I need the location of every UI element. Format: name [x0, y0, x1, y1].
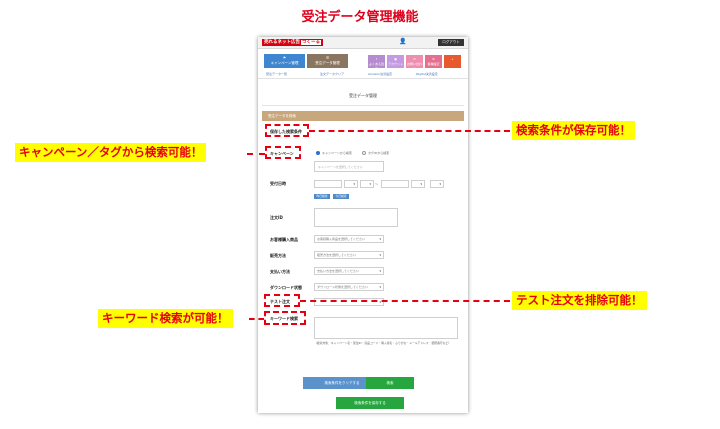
section-header: 受注データを検索 [262, 111, 464, 121]
keyword-note: （検索対象：キャンペーン名・受注ID・商品コード・購入者名・ふりがな・メールアド… [314, 341, 452, 345]
search-today-button[interactable]: 今日検索 [333, 194, 349, 199]
product-label: お客様購入商品 [270, 237, 298, 242]
campaign-input-placeholder: キャンペーンを選択してください [318, 165, 363, 169]
page-heading: 受注データ管理機能 [301, 10, 419, 25]
radio-tag[interactable] [362, 151, 366, 155]
radio-campaign-label: キャンペーンから検索 [322, 151, 352, 155]
date-label: 受付日時 [270, 181, 286, 186]
keyword-textarea[interactable] [314, 317, 458, 339]
subnav-paypal[interactable]: PayPal決済設定 [416, 72, 438, 76]
download-status-select[interactable]: ダウンロード状態を選択してください [314, 283, 384, 291]
highlight-campaign [265, 146, 301, 159]
date-from-hour-select[interactable] [344, 180, 358, 188]
highlight-keyword [264, 311, 306, 325]
date-to-minute-select[interactable] [430, 180, 444, 188]
date-to-input[interactable] [381, 180, 409, 188]
plus-icon: + [451, 57, 454, 61]
settings-label: 各種設定 [427, 62, 440, 66]
download-status-label: ダウンロード状態 [270, 285, 302, 290]
sales-method-select[interactable]: 販売方法を選択してください [314, 251, 384, 259]
connector-keyword [249, 318, 264, 320]
callout-save-conditions: 検索条件が保存可能！ [512, 121, 635, 140]
connector-test-order [300, 300, 510, 302]
account-label: アカウント [387, 62, 403, 66]
page-title: 受注データ管理 [349, 93, 377, 98]
settings-button[interactable]: ⚙ 各種設定 [425, 55, 442, 68]
date-from-input[interactable] [314, 180, 342, 188]
page-title-box: 受注データ管理 [262, 85, 464, 106]
logout-button[interactable]: ログアウト [438, 39, 464, 46]
callout-campaign-tag: キャンペーン／タグから検索可能！ [15, 143, 207, 162]
contact-button[interactable]: ✉ お問い合わせ [406, 55, 423, 71]
extra-button[interactable]: + [444, 55, 461, 68]
user-icon[interactable]: 👤 [399, 38, 406, 45]
highlight-test-order [264, 294, 300, 307]
subnav-order-clear[interactable]: 注文データクリア [320, 72, 344, 76]
app-logo[interactable]: 売れるネット広告 つくーる [262, 39, 323, 46]
order-id-label: 注文ID [270, 215, 283, 220]
radio-campaign[interactable] [316, 151, 320, 155]
search-yesterday-button[interactable]: 昨日検索 [314, 194, 330, 199]
app-screenshot: 売れるネット広告 つくーる 👤 ログアウト ⚑ キャンペーン管理 ☰ 受注データ管… [258, 37, 468, 413]
faq-button[interactable]: ? よくある質問 [368, 55, 385, 71]
radio-tag-label: タグIDから検索 [368, 151, 390, 155]
callout-test-exclude: テスト注文を排除可能！ [512, 291, 647, 310]
section-title: 受注データを検索 [268, 114, 296, 118]
connector-saved-conditions [309, 130, 510, 132]
save-conditions-button[interactable]: 検索条件を保存する [336, 397, 404, 409]
logo-badge: つくーる [301, 40, 321, 45]
date-separator: 〜 [375, 182, 379, 186]
sales-method-label: 販売方法 [270, 253, 286, 258]
payment-method-select[interactable]: 支払い方法を選択してください [314, 267, 384, 275]
tab-campaign-label: キャンペーン管理 [270, 61, 299, 65]
tab-order-label: 受注データ管理 [315, 61, 340, 65]
highlight-saved-conditions [265, 124, 309, 137]
logo-text: 売れるネット広告 [264, 40, 300, 45]
date-to-hour-select[interactable] [411, 180, 425, 188]
subnav-order-list[interactable]: 受注データ一覧 [266, 72, 287, 76]
date-from-minute-select[interactable] [360, 180, 374, 188]
sub-nav: 受注データ一覧 注文データクリア Amazon決済設定 PayPal決済設定 [258, 70, 468, 79]
subnav-amazon[interactable]: Amazon決済設定 [368, 72, 392, 76]
order-id-textarea[interactable] [314, 208, 398, 227]
payment-method-label: 支払い方法 [270, 269, 290, 274]
main-nav: ⚑ キャンペーン管理 ☰ 受注データ管理 ? よくある質問 ● アカウント ✉ お問い… [258, 54, 468, 71]
callout-keyword: キーワード検索が可能！ [98, 309, 233, 328]
search-button[interactable]: 検索 [366, 377, 414, 389]
connector-campaign [247, 153, 265, 155]
top-bar: 売れるネット広告 つくーる 👤 ログアウト [258, 37, 468, 49]
tab-order-data[interactable]: ☰ 受注データ管理 [307, 54, 348, 68]
account-button[interactable]: ● アカウント [387, 55, 404, 68]
campaign-input[interactable]: キャンペーンを選択してください [314, 161, 384, 172]
product-select[interactable]: お客様購入商品を選択してください [314, 235, 384, 243]
tab-campaign[interactable]: ⚑ キャンペーン管理 [264, 54, 305, 68]
